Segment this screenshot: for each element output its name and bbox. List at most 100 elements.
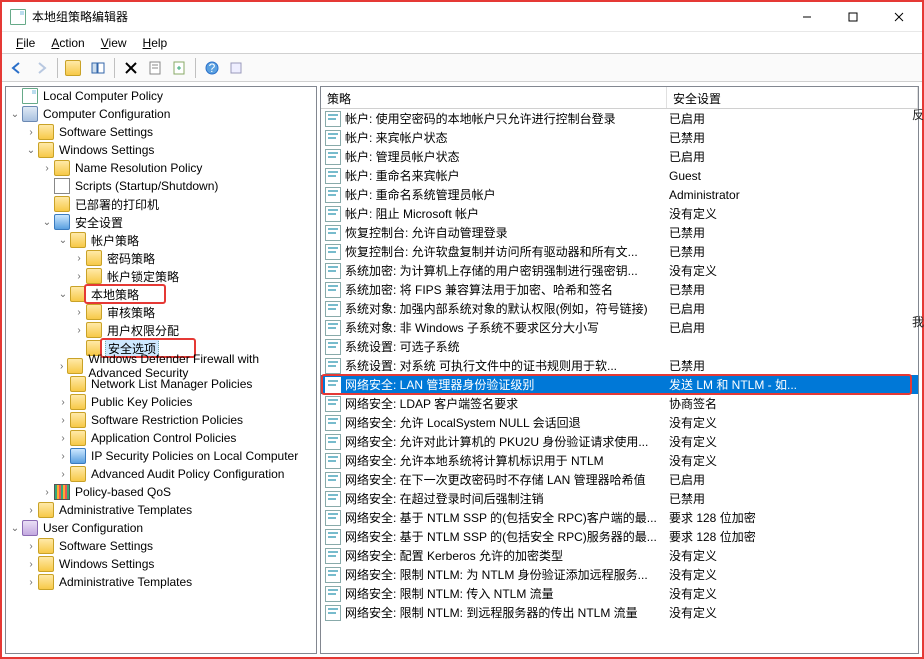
expand-icon[interactable]: › [56,469,70,480]
menu-action[interactable]: Action [45,34,90,52]
policy-row[interactable]: 帐户: 重命名系统管理员帐户Administrator [321,185,918,204]
policy-row[interactable]: 网络安全: 在下一次更改密码时不存储 LAN 管理器哈希值已启用 [321,470,918,489]
tree-node[interactable]: ⌄User Configuration [6,519,316,537]
expand-icon[interactable]: › [24,577,38,588]
menu-help[interactable]: Help [137,34,174,52]
menu-view[interactable]: View [95,34,133,52]
expand-icon[interactable]: › [72,253,86,264]
tree-node[interactable]: 已部署的打印机 [6,195,316,213]
forward-button[interactable] [30,57,52,79]
policy-name: 网络安全: 限制 NTLM: 到远程服务器的传出 NTLM 流量 [345,604,638,621]
tree-node[interactable]: Network List Manager Policies [6,375,316,393]
collapse-icon[interactable]: ⌄ [8,109,22,120]
tree-node[interactable]: ›Administrative Templates [6,501,316,519]
tree-pane[interactable]: Local Computer Policy⌄Computer Configura… [5,86,317,654]
tree-node[interactable]: ›Windows Defender Firewall with Advanced… [6,357,316,375]
policy-row[interactable]: 网络安全: 基于 NTLM SSP 的(包括安全 RPC)服务器的最...要求 … [321,527,918,546]
back-button[interactable] [6,57,28,79]
tree-node[interactable]: ›Policy-based QoS [6,483,316,501]
expand-icon[interactable]: › [24,541,38,552]
tree-node[interactable]: ›Name Resolution Policy [6,159,316,177]
collapse-icon[interactable]: ⌄ [24,145,38,156]
tree-node[interactable]: Scripts (Startup/Shutdown) [6,177,316,195]
expand-icon[interactable]: › [40,163,54,174]
tree-node[interactable]: ⌄安全设置 [6,213,316,231]
policy-row[interactable]: 网络安全: 允许对此计算机的 PKU2U 身份验证请求使用...没有定义 [321,432,918,451]
policy-row[interactable]: 网络安全: 限制 NTLM: 到远程服务器的传出 NTLM 流量没有定义 [321,603,918,622]
collapse-icon[interactable]: ⌄ [8,523,22,534]
policy-row[interactable]: 帐户: 使用空密码的本地帐户只允许进行控制台登录已启用 [321,109,918,128]
tree-node[interactable]: ›用户权限分配 [6,321,316,339]
tree-node[interactable]: Local Computer Policy [6,87,316,105]
tree-node[interactable]: ›IP Security Policies on Local Computer [6,447,316,465]
delete-button[interactable] [120,57,142,79]
expand-icon[interactable]: › [24,127,38,138]
expand-icon[interactable]: › [56,361,67,372]
policy-row[interactable]: 网络安全: LDAP 客户端签名要求协商签名 [321,394,918,413]
tree-node[interactable]: ⌄帐户策略 [6,231,316,249]
tree-node[interactable]: ›Windows Settings [6,555,316,573]
policy-row[interactable]: 系统设置: 对系统 可执行文件中的证书规则用于软...已禁用 [321,356,918,375]
tree-node[interactable]: ⌄Computer Configuration [6,105,316,123]
menu-file[interactable]: File [10,34,41,52]
policy-row[interactable]: 系统对象: 非 Windows 子系统不要求区分大小写已启用 [321,318,918,337]
expand-icon[interactable]: › [72,325,86,336]
policy-row[interactable]: 网络安全: 允许本地系统将计算机标识用于 NTLM没有定义 [321,451,918,470]
collapse-icon[interactable]: ⌄ [40,217,54,228]
tree-node[interactable]: ›帐户锁定策略 [6,267,316,285]
collapse-icon[interactable]: ⌄ [56,289,70,300]
show-hide-tree-button[interactable] [87,57,109,79]
policy-row[interactable]: 系统设置: 可选子系统 [321,337,918,356]
export-button[interactable] [168,57,190,79]
tree-node[interactable]: ›Advanced Audit Policy Configuration [6,465,316,483]
policy-row[interactable]: 网络安全: 限制 NTLM: 为 NTLM 身份验证添加远程服务...没有定义 [321,565,918,584]
policy-setting: 已启用 [667,471,918,488]
policy-list[interactable]: 帐户: 使用空密码的本地帐户只允许进行控制台登录已启用帐户: 来宾帐户状态已禁用… [321,109,918,653]
folder-icon [70,394,86,410]
policy-row[interactable]: 网络安全: 在超过登录时间后强制注销已禁用 [321,489,918,508]
policy-row[interactable]: 帐户: 阻止 Microsoft 帐户没有定义 [321,204,918,223]
collapse-icon[interactable]: ⌄ [56,235,70,246]
expand-icon[interactable]: › [24,505,38,516]
expand-icon[interactable]: › [56,397,70,408]
close-button[interactable] [876,2,922,31]
refresh-button[interactable] [225,57,247,79]
policy-row[interactable]: 恢复控制台: 允许软盘复制并访问所有驱动器和所有文...已禁用 [321,242,918,261]
policy-row[interactable]: 网络安全: LAN 管理器身份验证级别发送 LM 和 NTLM - 如... [321,375,918,394]
expand-icon[interactable]: › [72,271,86,282]
policy-row[interactable]: 网络安全: 允许 LocalSystem NULL 会话回退没有定义 [321,413,918,432]
maximize-button[interactable] [830,2,876,31]
up-button[interactable] [63,57,85,79]
policy-row[interactable]: 恢复控制台: 允许自动管理登录已禁用 [321,223,918,242]
policy-row[interactable]: 网络安全: 配置 Kerberos 允许的加密类型没有定义 [321,546,918,565]
tree-node[interactable]: ›Public Key Policies [6,393,316,411]
tree-node[interactable]: ⌄本地策略 [6,285,316,303]
expand-icon[interactable]: › [56,451,70,462]
tree-node[interactable]: ›Software Settings [6,537,316,555]
column-setting[interactable]: 安全设置 [667,87,918,108]
expand-icon[interactable]: › [40,487,54,498]
tree-node[interactable]: ›Administrative Templates [6,573,316,591]
expand-icon[interactable]: › [56,415,70,426]
expand-icon[interactable]: › [24,559,38,570]
policy-row[interactable]: 网络安全: 限制 NTLM: 传入 NTLM 流量没有定义 [321,584,918,603]
properties-button[interactable] [144,57,166,79]
tree-node[interactable]: ›审核策略 [6,303,316,321]
policy-row[interactable]: 系统加密: 将 FIPS 兼容算法用于加密、哈希和签名已禁用 [321,280,918,299]
policy-row[interactable]: 帐户: 重命名来宾帐户Guest [321,166,918,185]
tree-node[interactable]: ›Software Restriction Policies [6,411,316,429]
policy-row[interactable]: 系统对象: 加强内部系统对象的默认权限(例如，符号链接)已启用 [321,299,918,318]
tree-node[interactable]: ›Software Settings [6,123,316,141]
policy-row[interactable]: 系统加密: 为计算机上存储的用户密钥强制进行强密钥...没有定义 [321,261,918,280]
tree-node[interactable]: ›密码策略 [6,249,316,267]
policy-row[interactable]: 帐户: 来宾帐户状态已禁用 [321,128,918,147]
column-policy[interactable]: 策略 [321,87,667,108]
expand-icon[interactable]: › [72,307,86,318]
expand-icon[interactable]: › [56,433,70,444]
help-button[interactable]: ? [201,57,223,79]
minimize-button[interactable] [784,2,830,31]
tree-node[interactable]: ⌄Windows Settings [6,141,316,159]
tree-node[interactable]: ›Application Control Policies [6,429,316,447]
policy-row[interactable]: 网络安全: 基于 NTLM SSP 的(包括安全 RPC)客户端的最...要求 … [321,508,918,527]
policy-row[interactable]: 帐户: 管理员帐户状态已启用 [321,147,918,166]
